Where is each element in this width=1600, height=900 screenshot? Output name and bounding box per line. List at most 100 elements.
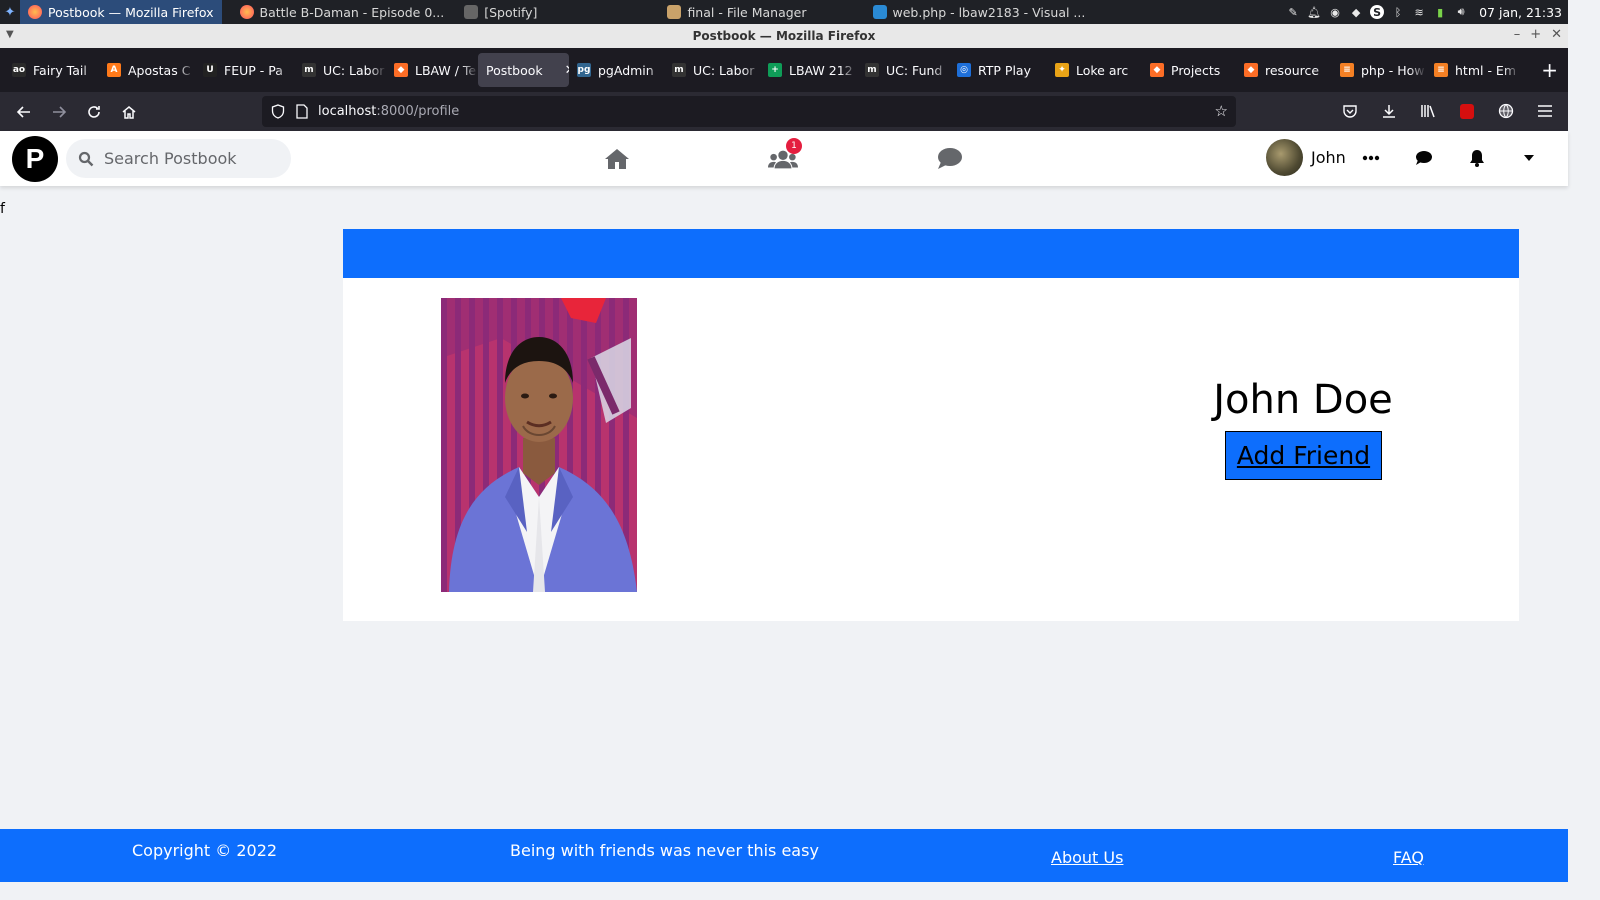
back-button[interactable] <box>6 97 41 127</box>
page-icon[interactable] <box>294 104 310 120</box>
task-firefox[interactable]: Postbook — Mozilla Firefox <box>20 0 222 24</box>
stray-text: f <box>0 201 5 217</box>
tab[interactable]: m UC: Labor <box>294 53 386 87</box>
shield-icon[interactable] <box>270 104 286 120</box>
tab-label: Apostas C <box>128 62 191 78</box>
tab-active[interactable]: Postbook✕ <box>478 53 569 87</box>
add-friend-button[interactable]: Add Friend <box>1225 431 1382 480</box>
url-text[interactable]: localhost:8000/profile <box>318 104 459 119</box>
chat-button[interactable] <box>1413 147 1435 169</box>
reload-button[interactable] <box>76 97 111 127</box>
wifi-icon[interactable]: ≋ <box>1412 5 1426 19</box>
library-icon[interactable] <box>1410 96 1445 126</box>
profile-card: John Doe Add Friend <box>343 229 1519 621</box>
search-icon <box>78 151 94 166</box>
notes-icon[interactable]: ✎ <box>1286 5 1300 19</box>
task-vscode[interactable]: web.php - lbaw2183 - Visual ... <box>865 0 1094 24</box>
back-arrow-icon <box>16 105 30 118</box>
discord-icon[interactable]: ◉ <box>1328 5 1342 19</box>
bell-icon[interactable]: 🔔︎ <box>1307 5 1321 19</box>
forward-button[interactable] <box>41 97 76 127</box>
search-input[interactable] <box>102 148 286 169</box>
search-box[interactable] <box>66 139 291 178</box>
tab[interactable]: A Apostas C <box>99 53 195 87</box>
more-options-button[interactable] <box>1360 147 1382 169</box>
volume-icon[interactable]: 🔊︎ <box>1454 5 1468 19</box>
download-icon[interactable] <box>1371 96 1406 126</box>
cover-banner <box>343 229 1519 278</box>
postbook-logo[interactable]: P <box>12 136 58 182</box>
feup-icon: U <box>203 63 217 77</box>
tab-label: UC: Fund <box>886 62 943 78</box>
messages-nav-button[interactable] <box>935 145 965 173</box>
tab-label: html - Em <box>1455 62 1517 78</box>
tab[interactable]: ✦ Loke arc <box>1047 53 1142 87</box>
home-icon <box>605 149 629 169</box>
avatar <box>1266 139 1303 176</box>
friends-nav-button[interactable]: 1 <box>768 138 802 173</box>
window-title: Postbook — Mozilla Firefox <box>692 29 876 43</box>
close-icon[interactable]: ✕ <box>1551 27 1562 42</box>
globe-icon[interactable] <box>1488 96 1523 126</box>
comment-icon <box>938 148 962 169</box>
tab[interactable]: m UC: Labor <box>664 53 760 87</box>
ublock-icon[interactable] <box>1449 96 1484 126</box>
notifications-button[interactable] <box>1466 147 1488 169</box>
window-titlebar: ▼ Postbook — Mozilla Firefox – + ✕ <box>0 24 1568 48</box>
tab[interactable]: ≡ php - How <box>1332 53 1426 87</box>
home-nav-button[interactable] <box>602 145 632 173</box>
diamond-icon[interactable]: ◆ <box>1349 5 1363 19</box>
tab[interactable]: m UC: Fund <box>857 53 949 87</box>
skype-icon[interactable]: S <box>1370 5 1385 19</box>
bluetooth-icon[interactable]: ᛒ <box>1391 5 1405 19</box>
tab-label: Loke arc <box>1076 62 1129 78</box>
battery-icon[interactable]: ▮ <box>1433 5 1447 19</box>
window-menu-icon[interactable]: ▼ <box>6 29 14 40</box>
task-label: Battle B-Daman - Episode 0... <box>259 4 445 20</box>
footer-copyright: Copyright © 2022 <box>132 841 278 860</box>
task-label: Postbook — Mozilla Firefox <box>48 4 214 20</box>
tab[interactable]: pg pgAdmin <box>569 53 664 87</box>
pocket-icon[interactable] <box>1332 96 1367 126</box>
profile-name: John Doe <box>1213 377 1393 423</box>
account-dropdown-button[interactable] <box>1518 147 1540 169</box>
tab[interactable]: ◆ LBAW / Te <box>386 53 478 87</box>
tab-label: UC: Labor <box>323 62 385 78</box>
tab[interactable]: + LBAW 212 <box>760 53 857 87</box>
toolbar-extensions <box>1332 96 1562 126</box>
task-firefox-2[interactable]: Battle B-Daman - Episode 0... <box>232 0 453 24</box>
firefox-icon <box>239 5 254 19</box>
vscode-icon <box>872 5 887 19</box>
url-host: localhost <box>318 104 377 119</box>
firefox-icon <box>28 5 42 19</box>
tab-label: UC: Labor <box>693 62 755 78</box>
folder-icon <box>667 5 682 19</box>
profile-photo <box>441 298 637 592</box>
app-menu-icon[interactable]: ✦ <box>0 0 20 24</box>
faq-link[interactable]: FAQ <box>1393 848 1424 867</box>
tab[interactable]: ◆ Projects <box>1142 53 1236 87</box>
footer: Copyright © 2022 Being with friends was … <box>0 829 1568 882</box>
task-file-manager[interactable]: final - File Manager <box>659 0 814 24</box>
tab[interactable]: ◆ resource <box>1236 53 1332 87</box>
user-profile-link[interactable]: John <box>1266 139 1346 176</box>
tab[interactable]: ≡ html - Em <box>1426 53 1520 87</box>
tab[interactable]: ao Fairy Tail <box>4 53 99 87</box>
tab[interactable]: ◎ RTP Play <box>949 53 1047 87</box>
url-bar[interactable]: localhost:8000/profile ☆ <box>262 96 1236 127</box>
about-us-link[interactable]: About Us <box>1051 848 1123 867</box>
task-label: [Spotify] <box>484 4 538 20</box>
maximize-icon[interactable]: + <box>1530 27 1541 42</box>
home-button[interactable] <box>111 97 146 127</box>
url-path: :8000/profile <box>376 104 460 119</box>
hamburger-menu-icon[interactable] <box>1527 96 1562 126</box>
bookmark-star-icon[interactable]: ☆ <box>1215 102 1228 120</box>
minimize-icon[interactable]: – <box>1514 27 1521 42</box>
clock[interactable]: 07 jan, 21:33 <box>1479 5 1562 20</box>
user-name: John <box>1311 148 1346 167</box>
new-tab-button[interactable]: + <box>1541 58 1558 82</box>
task-spotify[interactable]: [Spotify] <box>456 0 545 24</box>
moodle-icon: m <box>302 63 316 77</box>
tab-label: Projects <box>1171 62 1221 78</box>
tab[interactable]: U FEUP - Pa <box>195 53 294 87</box>
